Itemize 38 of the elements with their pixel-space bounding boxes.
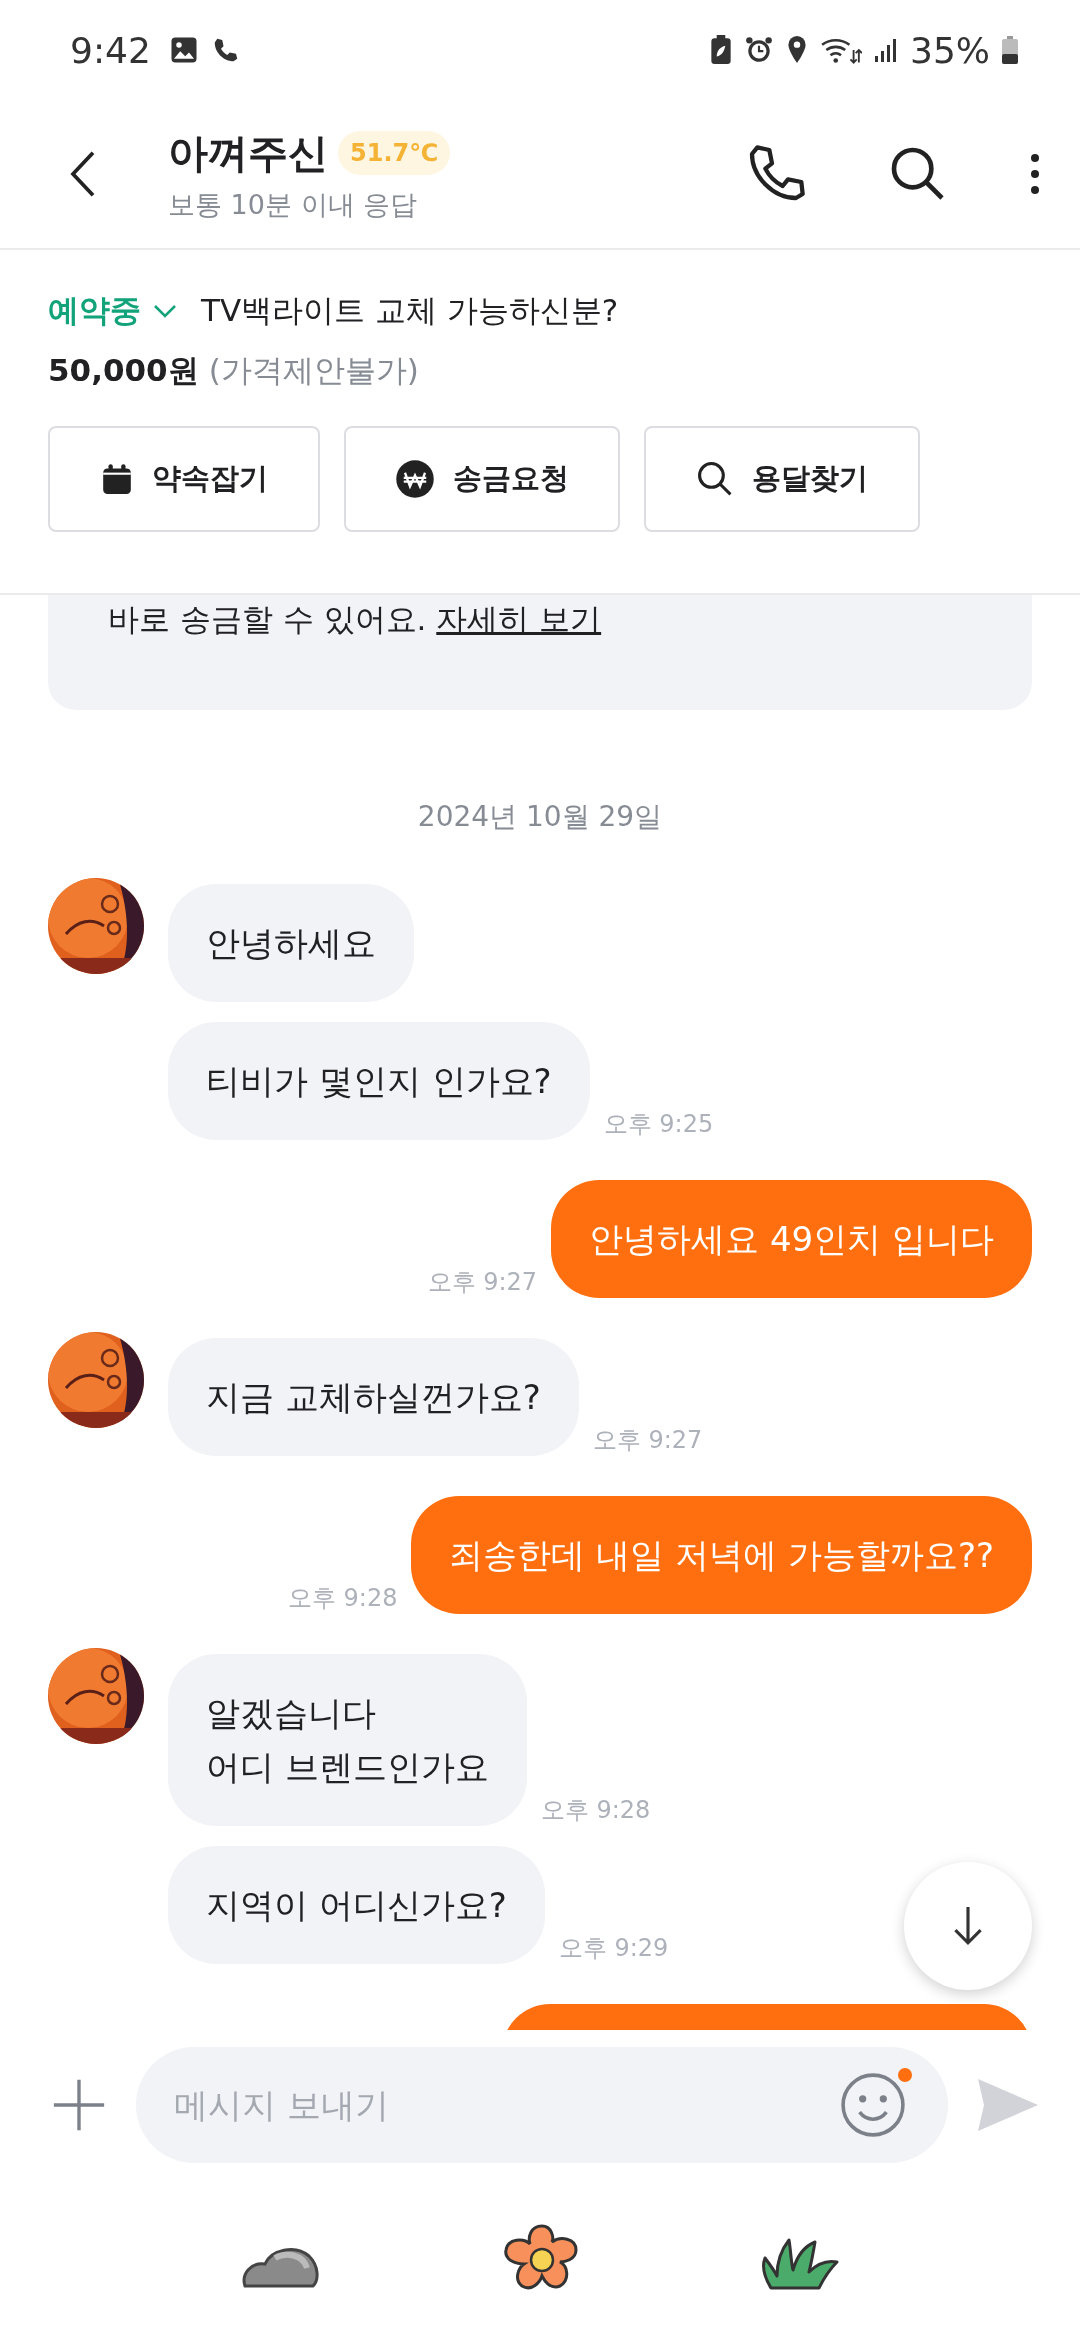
battery-percent: 35% — [910, 29, 990, 71]
battery-saver-icon — [710, 35, 732, 65]
manner-temperature: 51.7℃ — [338, 131, 451, 175]
chat-partner-name: 아껴주신 — [168, 128, 328, 178]
price-note: (가격제안불가) — [208, 351, 419, 390]
message-time: 오후 9:28 — [540, 1795, 651, 1826]
battery-icon — [1002, 35, 1018, 65]
search-icon — [696, 460, 734, 498]
message-bubble: 알겠습니다 어디 브렌드인가요 — [168, 1654, 527, 1826]
status-time: 9:42 — [70, 29, 151, 71]
message-field[interactable]: 메시지 보내기 — [136, 2047, 948, 2163]
emoji-icon[interactable] — [840, 2072, 906, 2138]
message-time: 오후 9:27 — [427, 1267, 538, 1298]
response-time: 보통 10분 이내 응답 — [168, 187, 419, 222]
product-price: 50,000원 — [48, 351, 199, 390]
message-bubble: 티비가 몇인지 인가요? — [168, 1022, 590, 1140]
message-bubble: 지금 교체하실껀가요? — [168, 1338, 579, 1456]
location-icon — [786, 35, 808, 65]
action-button[interactable]: 용달찾기 — [644, 426, 920, 532]
won-coin-icon — [395, 459, 435, 499]
notice-text: 바로 송금할 수 있어요. 자세히 보기 — [108, 600, 602, 639]
alarm-icon — [744, 35, 774, 65]
message-time: 오후 9:25 — [603, 1109, 714, 1140]
message-time: 오후 9:28 — [287, 1583, 398, 1614]
message-bubble: 지역이 어디신가요? — [168, 1846, 545, 1964]
message-bubble: 죄송한데 내일 저녁에 가능할까요?? — [411, 1496, 1032, 1614]
message-bubble: 안녕하세요 — [168, 884, 414, 1002]
caret-icon[interactable] — [153, 304, 177, 318]
details-link[interactable]: 자세히 보기 — [436, 601, 602, 637]
action-button[interactable]: 송금요청 — [344, 426, 620, 532]
date-divider: 2024년 10월 29일 — [416, 799, 664, 835]
message-bubble: 안녕하세요 49인치 입니다 — [551, 1180, 1032, 1298]
calendar-icon — [100, 462, 134, 496]
message-time: 오후 9:29 — [558, 1933, 669, 1964]
product-title: TV백라이트 교체 가능하신분? — [201, 291, 619, 330]
down-arrow-icon — [951, 1905, 985, 1947]
action-button[interactable]: 약속잡기 — [48, 426, 320, 532]
message-time: 오후 9:27 — [592, 1425, 703, 1456]
